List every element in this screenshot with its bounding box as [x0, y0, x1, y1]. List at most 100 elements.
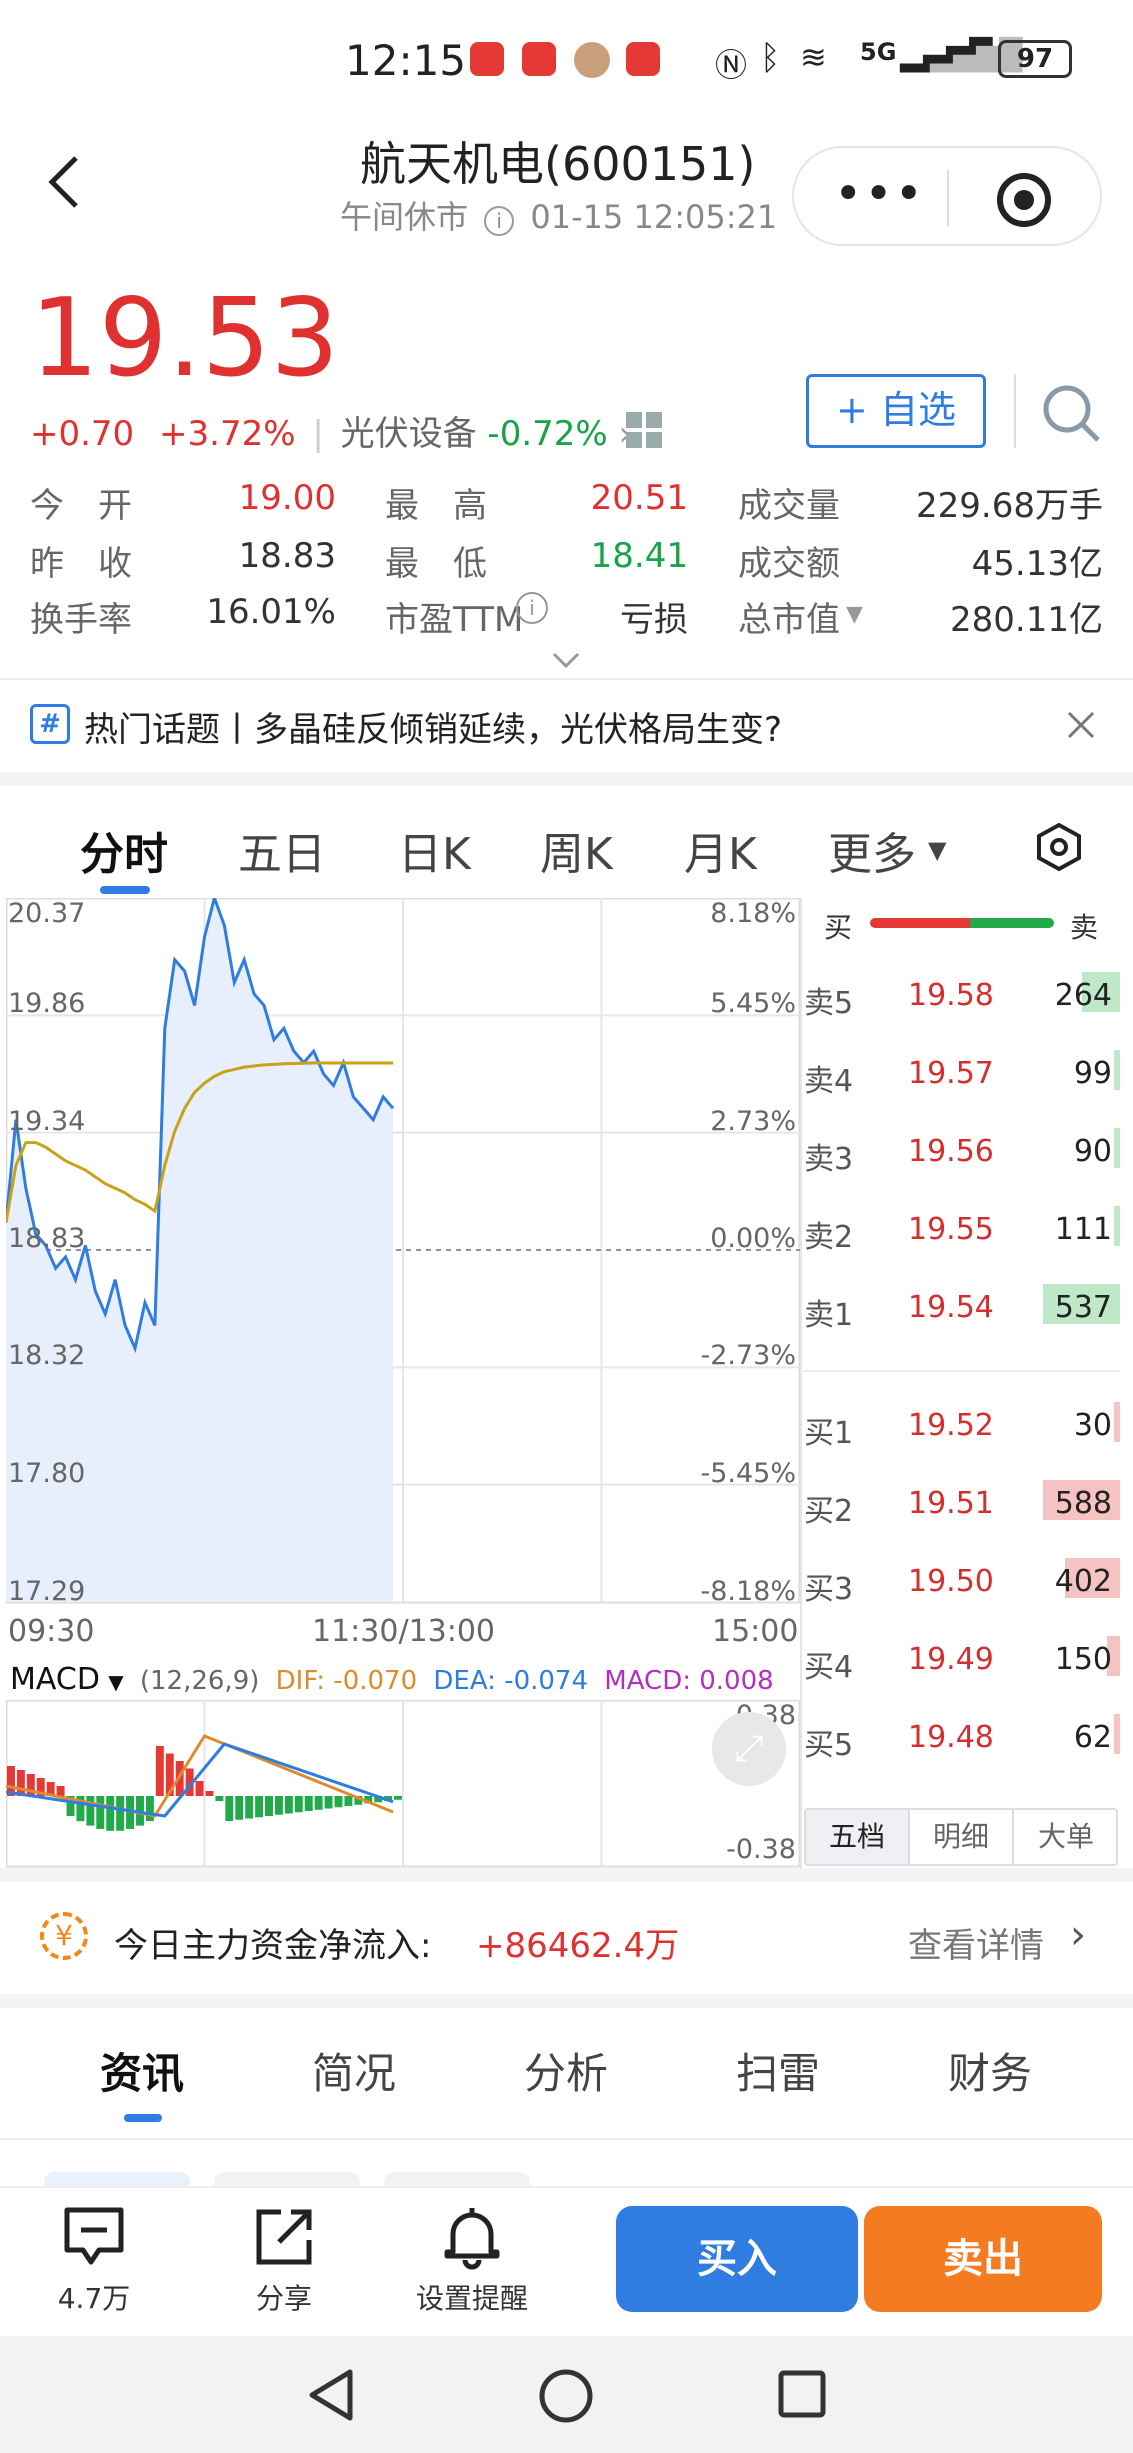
macd-histogram-bar [16, 1770, 25, 1796]
x-tick-label: 11:30/13:00 [312, 1614, 496, 1649]
ask-level-row[interactable]: 卖2 19.55 111 [800, 1202, 1120, 1262]
macd-histogram-bar [274, 1796, 283, 1815]
settings-hex-icon[interactable] [1034, 822, 1084, 872]
sell-label: 卖 [1070, 911, 1099, 944]
more-dots-icon[interactable]: ••• [834, 166, 925, 222]
bid-price: 19.52 [908, 1408, 994, 1443]
capital-flow-row[interactable]: ¥ 今日主力资金净流入: +86462.4万 查看详情 › [0, 1882, 1133, 1992]
x-tick-label: 15:00 [712, 1614, 799, 1649]
ask-volume: 90 [1073, 1134, 1112, 1169]
tab-five-levels[interactable]: 五档 [806, 1810, 910, 1864]
stat-value: 18.83 [238, 536, 336, 576]
macd-value: MACD: 0.008 [604, 1666, 774, 1696]
comments-button[interactable]: 4.7万 [44, 2204, 144, 2317]
view-details-link[interactable]: 查看详情 [908, 1918, 1044, 1967]
y-pct-label: 8.18% [710, 898, 796, 929]
macd-histogram-bar [394, 1796, 402, 1800]
active-tab-indicator [124, 2114, 162, 2122]
active-tab-indicator [100, 886, 150, 894]
macd-label[interactable]: MACD [10, 1662, 100, 1697]
orderbook-header: 买 卖 [800, 898, 1133, 948]
macd-histogram-bar [324, 1796, 333, 1809]
dropdown-icon[interactable]: ▼ [108, 1670, 123, 1694]
bid-volume-bar [1114, 1402, 1120, 1442]
y-pct-label: 5.45% [710, 988, 796, 1019]
nav-back-icon[interactable] [306, 2368, 356, 2422]
info-icon[interactable]: i [484, 206, 515, 236]
macd-bottom-label: -0.38 [726, 1834, 796, 1865]
tab-intraday[interactable]: 分时 [80, 818, 168, 882]
macd-histogram-bar [265, 1796, 273, 1816]
chevron-right-icon[interactable]: › [1070, 1912, 1086, 1958]
close-icon[interactable] [1066, 710, 1096, 740]
sector-change[interactable]: -0.72% [487, 414, 607, 454]
y-tick-label: 19.86 [8, 988, 86, 1019]
hot-topic-bar[interactable]: # 热门话题丨多晶硅反倾销延续，光伏格局生变? [0, 680, 1133, 770]
hot-topic-text[interactable]: 热门话题丨多晶硅反倾销延续，光伏格局生变? [84, 702, 782, 751]
macd-histogram-bar [195, 1781, 204, 1796]
bid-price: 19.50 [908, 1564, 994, 1599]
ask-level-label: 卖3 [804, 1142, 854, 1177]
tab-analysis[interactable]: 分析 [524, 2040, 608, 2101]
orderbook-tabs: 五档 明细 大单 [804, 1808, 1118, 1866]
search-icon[interactable] [1040, 382, 1104, 446]
macd-chart[interactable] [6, 1700, 800, 1868]
macd-histogram-bar [215, 1796, 224, 1801]
add-watchlist-button[interactable]: + 自选 [806, 374, 986, 448]
nav-home-icon[interactable] [538, 2368, 594, 2424]
macd-params: (12,26,9) [139, 1666, 260, 1696]
stat-value: 亏损 [620, 600, 688, 640]
bid-level-row[interactable]: 买4 19.49 150 [800, 1632, 1120, 1692]
set-alert-button[interactable]: 设置提醒 [404, 2204, 540, 2317]
macd-histogram-bar [284, 1796, 293, 1814]
fullscreen-icon[interactable]: ⤢ [712, 1712, 786, 1786]
tab-risk-scan[interactable]: 扫雷 [736, 2040, 820, 2101]
bid-level-row[interactable]: 买2 19.51 588 [800, 1476, 1120, 1536]
ask-volume-bar [1114, 1206, 1120, 1246]
sector-name[interactable]: 光伏设备 [341, 414, 477, 454]
macd-legend: MACD ▼ (12,26,9) DIF: -0.070 DEA: -0.074… [10, 1662, 800, 1702]
y-tick-label: 18.32 [8, 1340, 86, 1371]
tab-day-k[interactable]: 日K [398, 818, 471, 882]
tab-details[interactable]: 明细 [910, 1810, 1014, 1864]
bluetooth-icon: ᛒ [760, 38, 781, 78]
tab-week-k[interactable]: 周K [540, 818, 613, 882]
intraday-chart[interactable] [6, 898, 800, 1610]
macd-histogram-bar [145, 1796, 154, 1822]
stat-label: 昨 收 [30, 544, 132, 584]
nav-recents-icon[interactable] [778, 2370, 826, 2418]
macd-histogram-bar [155, 1746, 164, 1796]
tab-five-day[interactable]: 五日 [238, 818, 326, 882]
sell-button[interactable]: 卖出 [864, 2206, 1102, 2312]
tab-month-k[interactable]: 月K [684, 818, 757, 882]
dropdown-icon[interactable]: ▼ [928, 836, 946, 864]
close-target-icon[interactable] [994, 170, 1054, 230]
capital-flow-label: 今日主力资金净流入: [114, 1926, 432, 1966]
macd-histogram-bar [56, 1786, 65, 1796]
bid-level-row[interactable]: 买3 19.50 402 [800, 1554, 1120, 1614]
tab-overview[interactable]: 简况 [312, 2040, 396, 2101]
ask-level-row[interactable]: 卖3 19.56 90 [800, 1124, 1120, 1184]
ask-level-label: 卖5 [804, 986, 854, 1021]
expand-chevron-icon[interactable] [552, 652, 580, 670]
ask-level-row[interactable]: 卖1 19.54 537 [800, 1280, 1120, 1340]
bid-level-row[interactable]: 买5 19.48 62 [800, 1710, 1120, 1770]
bid-price: 19.49 [908, 1642, 994, 1677]
wifi-icon: ≋ [800, 38, 827, 76]
grid-icon[interactable] [624, 410, 664, 450]
macd-histogram-bar [344, 1796, 353, 1806]
ask-price: 19.56 [908, 1134, 994, 1169]
back-arrow-icon[interactable] [44, 152, 84, 212]
share-button[interactable]: 分享 [234, 2204, 334, 2317]
ask-level-row[interactable]: 卖5 19.58 264 [800, 968, 1120, 1028]
topic-hash-icon: # [30, 704, 70, 744]
ask-level-row[interactable]: 卖4 19.57 99 [800, 1046, 1120, 1106]
tab-finance[interactable]: 财务 [948, 2040, 1032, 2101]
bid-level-row[interactable]: 买1 19.52 30 [800, 1398, 1120, 1458]
tab-more[interactable]: 更多 [828, 818, 916, 882]
tab-news[interactable]: 资讯 [100, 2040, 184, 2101]
quote-timestamp: 01-15 12:05:21 [530, 198, 778, 236]
stat-value: 18.41 [590, 536, 688, 576]
tab-big-orders[interactable]: 大单 [1014, 1810, 1118, 1864]
buy-button[interactable]: 买入 [616, 2206, 858, 2312]
